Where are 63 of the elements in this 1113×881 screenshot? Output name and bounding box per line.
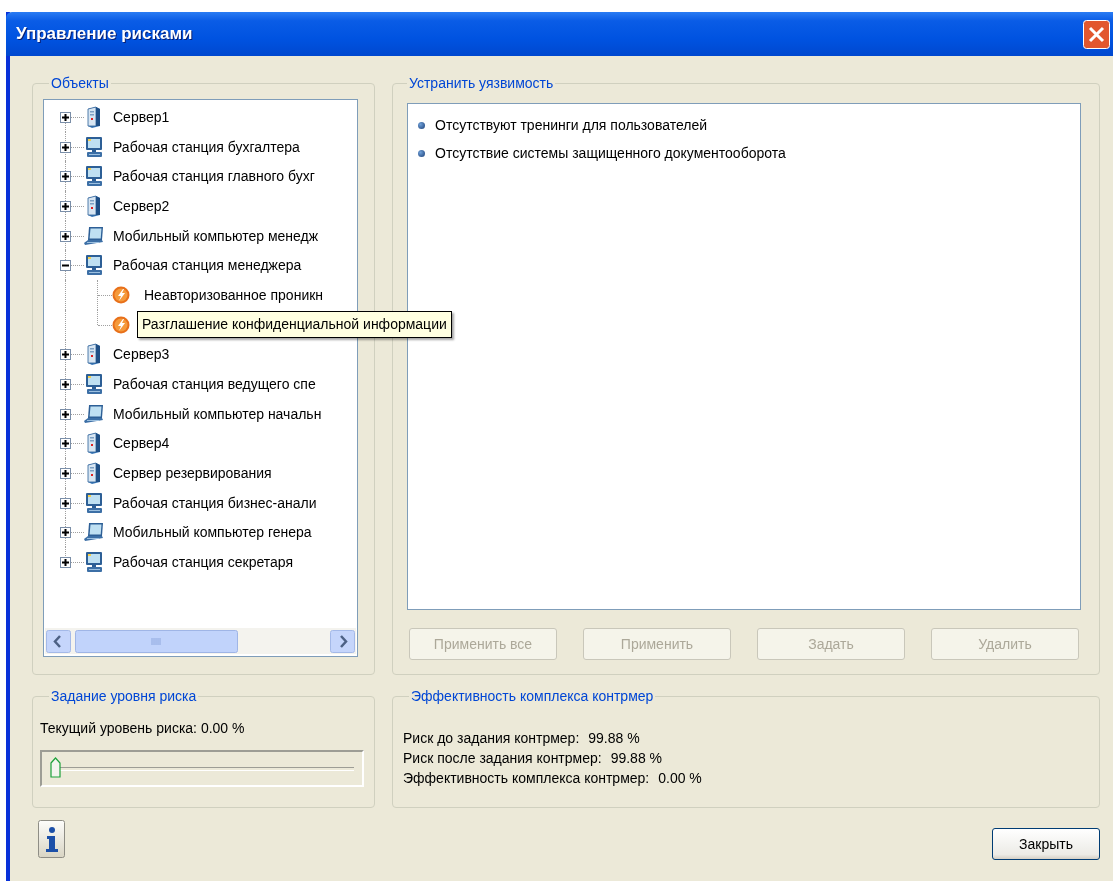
computer-icon [84, 551, 104, 574]
expand-icon[interactable] [60, 438, 71, 450]
tree-item[interactable]: Сервер резервирования [113, 465, 272, 482]
horizontal-scrollbar[interactable] [45, 628, 356, 654]
list-item[interactable]: Отсутствие системы защищенного документооборота [435, 145, 786, 161]
expand-icon[interactable] [60, 200, 71, 212]
expand-icon[interactable] [60, 141, 71, 153]
tree-item[interactable]: Сервер2 [113, 197, 170, 214]
tooltip: Разглашение конфиденциальной информации [137, 310, 452, 338]
group-title: Устранить уязвимость [408, 75, 555, 91]
expand-icon[interactable] [60, 497, 71, 509]
expand-icon[interactable] [60, 408, 71, 420]
tree-item[interactable]: Сервер4 [113, 435, 170, 452]
metric-value: 99.88 % [588, 730, 640, 746]
info-icon[interactable] [38, 820, 65, 858]
lightning-icon [112, 315, 130, 334]
expand-icon[interactable] [60, 171, 71, 183]
metric-value: 99.88 % [610, 750, 663, 766]
expand-icon[interactable] [60, 379, 71, 391]
tree-item[interactable]: Мобильный компьютер начальн [113, 405, 322, 422]
metric-label: Риск до задания контрмер: [403, 730, 580, 746]
tree-item[interactable]: Сервер3 [113, 346, 170, 363]
computer-icon [84, 491, 104, 514]
laptop-icon [84, 224, 104, 247]
bullet-icon [418, 149, 425, 157]
group-title: Объекты [50, 75, 110, 91]
tree-item[interactable]: Рабочая станция ведущего спе [113, 376, 316, 393]
risk-label: Текущий уровень риска: 0.00 % [40, 720, 246, 736]
tree-item[interactable]: Сервер1 [113, 108, 170, 125]
expand-icon[interactable] [60, 349, 71, 361]
metric-label: Эффективность комплекса контрмер: [403, 770, 650, 786]
lightning-icon [112, 285, 130, 304]
close-dialog-button[interactable]: Закрыть [992, 828, 1100, 860]
tree-item[interactable]: Мобильный компьютер генера [113, 524, 312, 541]
computer-icon [84, 254, 104, 277]
expand-icon[interactable] [60, 557, 71, 569]
collapse-icon[interactable] [60, 260, 71, 272]
group-title: Эффективность комплекса контрмер [410, 688, 655, 704]
expand-icon[interactable] [60, 468, 71, 480]
scrollbar-thumb[interactable] [75, 629, 238, 653]
metric-label: Риск после задания контрмер: [403, 750, 602, 766]
computer-icon [84, 135, 104, 158]
close-button[interactable] [1083, 19, 1110, 49]
tree-item[interactable]: Рабочая станция секретаря [113, 554, 294, 571]
tree-item[interactable]: Рабочая станция менеджера [113, 257, 302, 274]
window-title: Управление рисками [16, 24, 193, 44]
slider-thumb[interactable] [50, 757, 61, 778]
tree-item[interactable]: Рабочая станция главного бухг [113, 168, 315, 185]
laptop-icon [84, 402, 104, 425]
list-item[interactable]: Отсутствуют тренинги для пользователей [435, 117, 707, 133]
group-title: Задание уровня риска [50, 688, 198, 704]
expand-icon[interactable] [60, 527, 71, 539]
tree-item[interactable]: Мобильный компьютер менедж [113, 227, 319, 244]
tree-item[interactable]: Рабочая станция бизнес-анали [113, 494, 317, 511]
expand-icon[interactable] [60, 230, 71, 242]
computer-icon [84, 373, 104, 396]
bullet-icon [418, 121, 425, 129]
expand-icon[interactable] [60, 111, 71, 123]
laptop-icon [84, 521, 104, 544]
tree-item[interactable]: Рабочая станция бухгалтера [113, 138, 300, 155]
computer-icon [84, 165, 104, 188]
metric-value: 0.00 % [658, 770, 702, 786]
tree-item[interactable]: Неавторизованное проникн [144, 286, 324, 303]
